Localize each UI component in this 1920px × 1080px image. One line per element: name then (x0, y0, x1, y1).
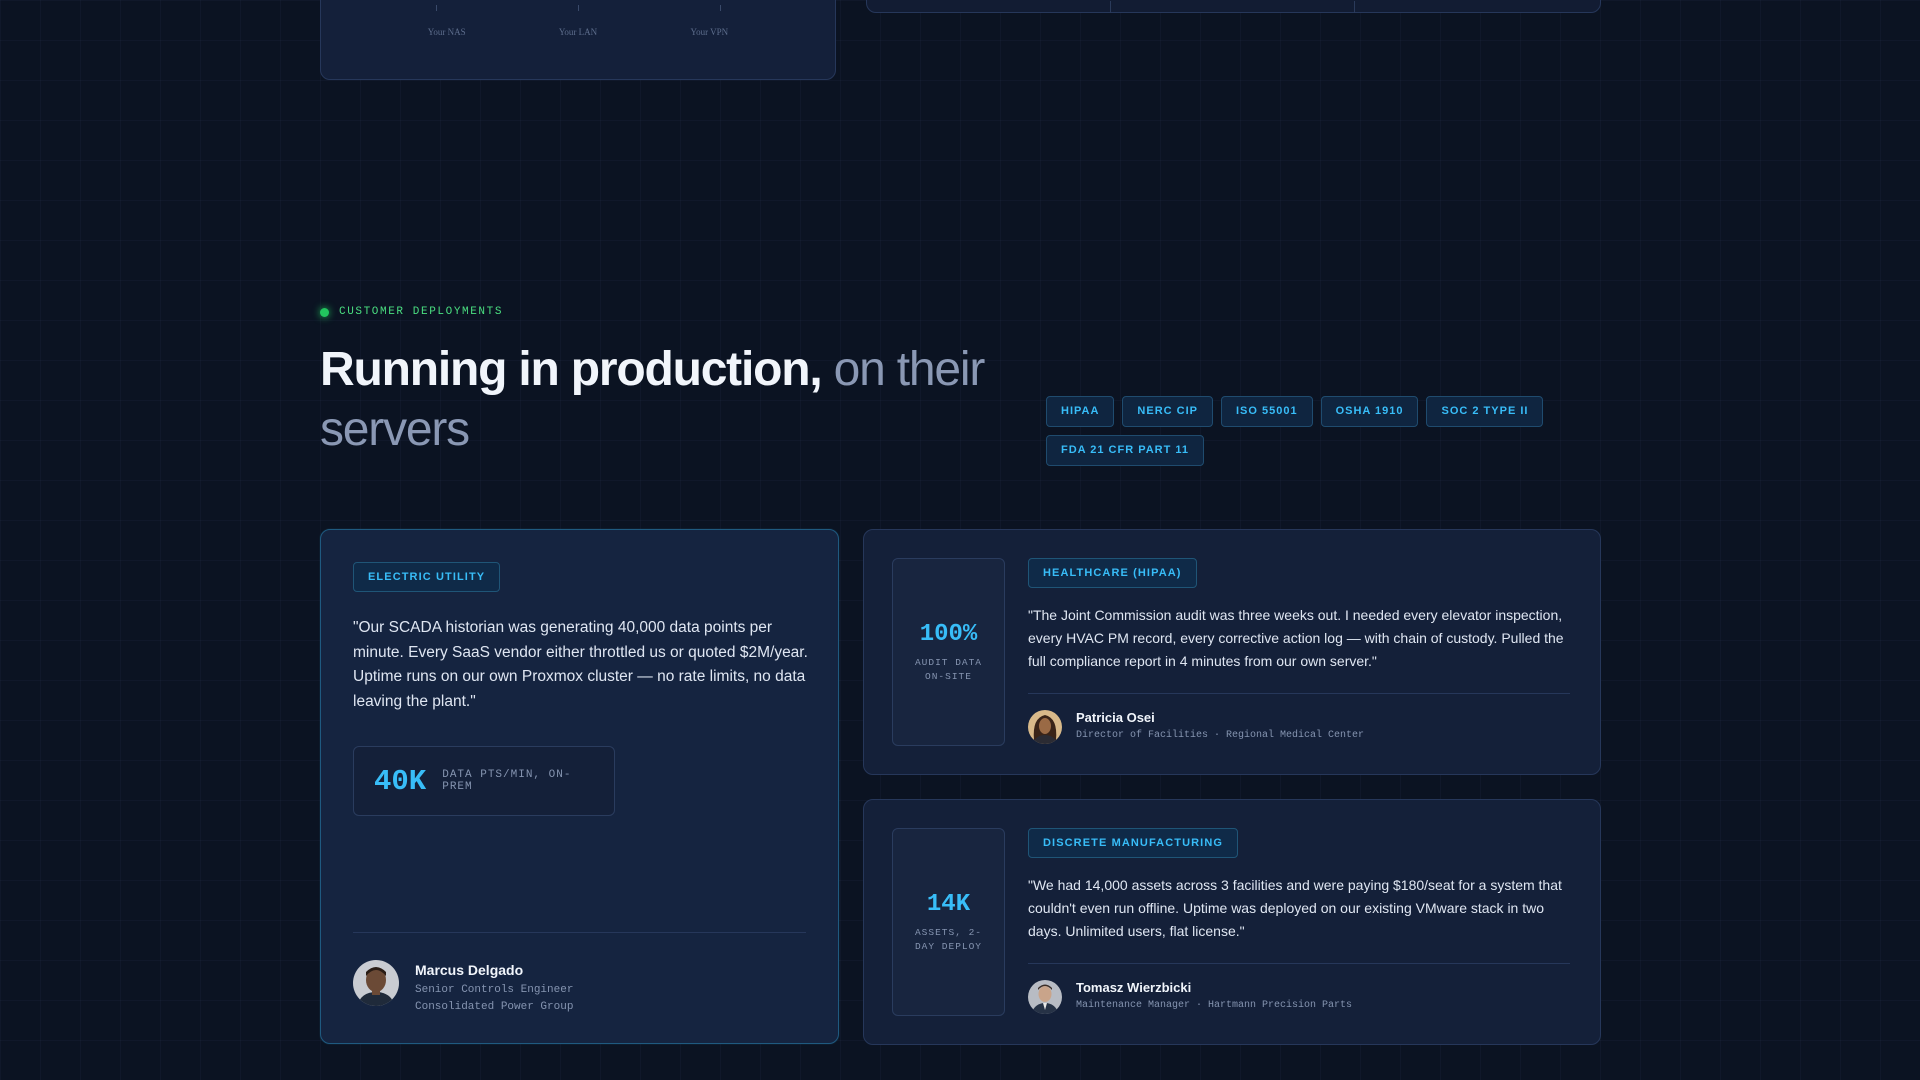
metric-box: 14K ASSETS, 2-DAY DEPLOY (892, 828, 1005, 1016)
author-name: Tomasz Wierzbicki (1076, 980, 1192, 995)
testimonial-quote: "The Joint Commission audit was three we… (1028, 607, 1564, 669)
axis-label-lan: Your LAN (558, 27, 598, 37)
badge-iso-55001: ISO 55001 (1220, 396, 1313, 427)
metric-value: 14K (926, 890, 971, 918)
divider (353, 932, 806, 933)
axis-tick (436, 5, 437, 11)
stat-box: 40K DATA PTS/MIN, ON-PREM (353, 746, 615, 816)
industry-tag: HEALTHCARE (HIPAA) (1028, 558, 1197, 588)
axis-label-vpn: Your VPN (690, 27, 729, 37)
axis-label-nas: Your NAS (427, 27, 466, 37)
badge-hipaa: HIPAA (1046, 396, 1115, 427)
avatar (1028, 980, 1062, 1014)
metric-box: 100% AUDIT DATA ON-SITE (892, 558, 1005, 746)
section-eyebrow: CUSTOMER DEPLOYMENTS (320, 306, 503, 318)
badge-soc2: SOC 2 TYPE II (1426, 396, 1544, 427)
divider (1028, 693, 1570, 694)
axis-tick (578, 5, 579, 11)
testimonial-quote: "We had 14,000 assets across 3 facilitie… (1028, 877, 1562, 939)
metric-label: ASSETS, 2-DAY DEPLOY (914, 926, 982, 952)
table-panel-fragment (866, 0, 1601, 13)
section-title: Running in production, on their servers (320, 340, 1020, 460)
testimonial-author: Tomasz Wierzbicki Maintenance Manager · … (1028, 980, 1570, 1014)
industry-tag: ELECTRIC UTILITY (353, 562, 501, 592)
title-strong: Running in production, (320, 343, 823, 396)
testimonial-card-electric-utility: ELECTRIC UTILITY "Our SCADA historian wa… (320, 529, 839, 1044)
testimonial-quote: "Our SCADA historian was generating 40,0… (353, 619, 808, 710)
badge-fda-21-cfr: FDA 21 CFR PART 11 (1046, 435, 1205, 466)
author-title: Senior Controls Engineer (415, 984, 574, 996)
author-role: Director of Facilities · Regional Medica… (1076, 730, 1365, 741)
stat-label: DATA PTS/MIN, ON-PREM (442, 769, 572, 793)
avatar (1028, 710, 1062, 744)
eyebrow-label: CUSTOMER DEPLOYMENTS (339, 306, 504, 318)
stat-value: 40K (374, 764, 427, 798)
author-role: Maintenance Manager · Hartmann Precision… (1076, 1000, 1353, 1011)
compliance-badges: HIPAA NERC CIP ISO 55001 OSHA 1910 SOC 2… (1046, 396, 1566, 466)
column-divider (1354, 1, 1355, 13)
badge-nerc-cip: NERC CIP (1122, 396, 1213, 427)
author-name: Patricia Osei (1076, 710, 1155, 725)
badge-osha-1910: OSHA 1910 (1320, 396, 1419, 427)
testimonial-author: Marcus Delgado Senior Controls Engineer … (353, 960, 573, 1016)
metric-label: AUDIT DATA ON-SITE (914, 656, 982, 682)
testimonial-author: Patricia Osei Director of Facilities · R… (1028, 710, 1570, 744)
status-dot-icon (320, 307, 329, 317)
avatar (353, 960, 399, 1006)
author-name: Marcus Delgado (415, 962, 524, 978)
column-divider (1110, 1, 1111, 13)
author-company: Consolidated Power Group (415, 1001, 574, 1013)
testimonial-card-healthcare: 100% AUDIT DATA ON-SITE HEALTHCARE (HIPA… (863, 529, 1601, 775)
divider (1028, 963, 1570, 964)
axis-tick (720, 5, 721, 11)
chart-panel-fragment: Your NAS Your LAN Your VPN (320, 0, 836, 80)
metric-value: 100% (919, 620, 978, 648)
industry-tag: DISCRETE MANUFACTURING (1028, 828, 1239, 858)
testimonial-card-manufacturing: 14K ASSETS, 2-DAY DEPLOY DISCRETE MANUFA… (863, 799, 1601, 1045)
